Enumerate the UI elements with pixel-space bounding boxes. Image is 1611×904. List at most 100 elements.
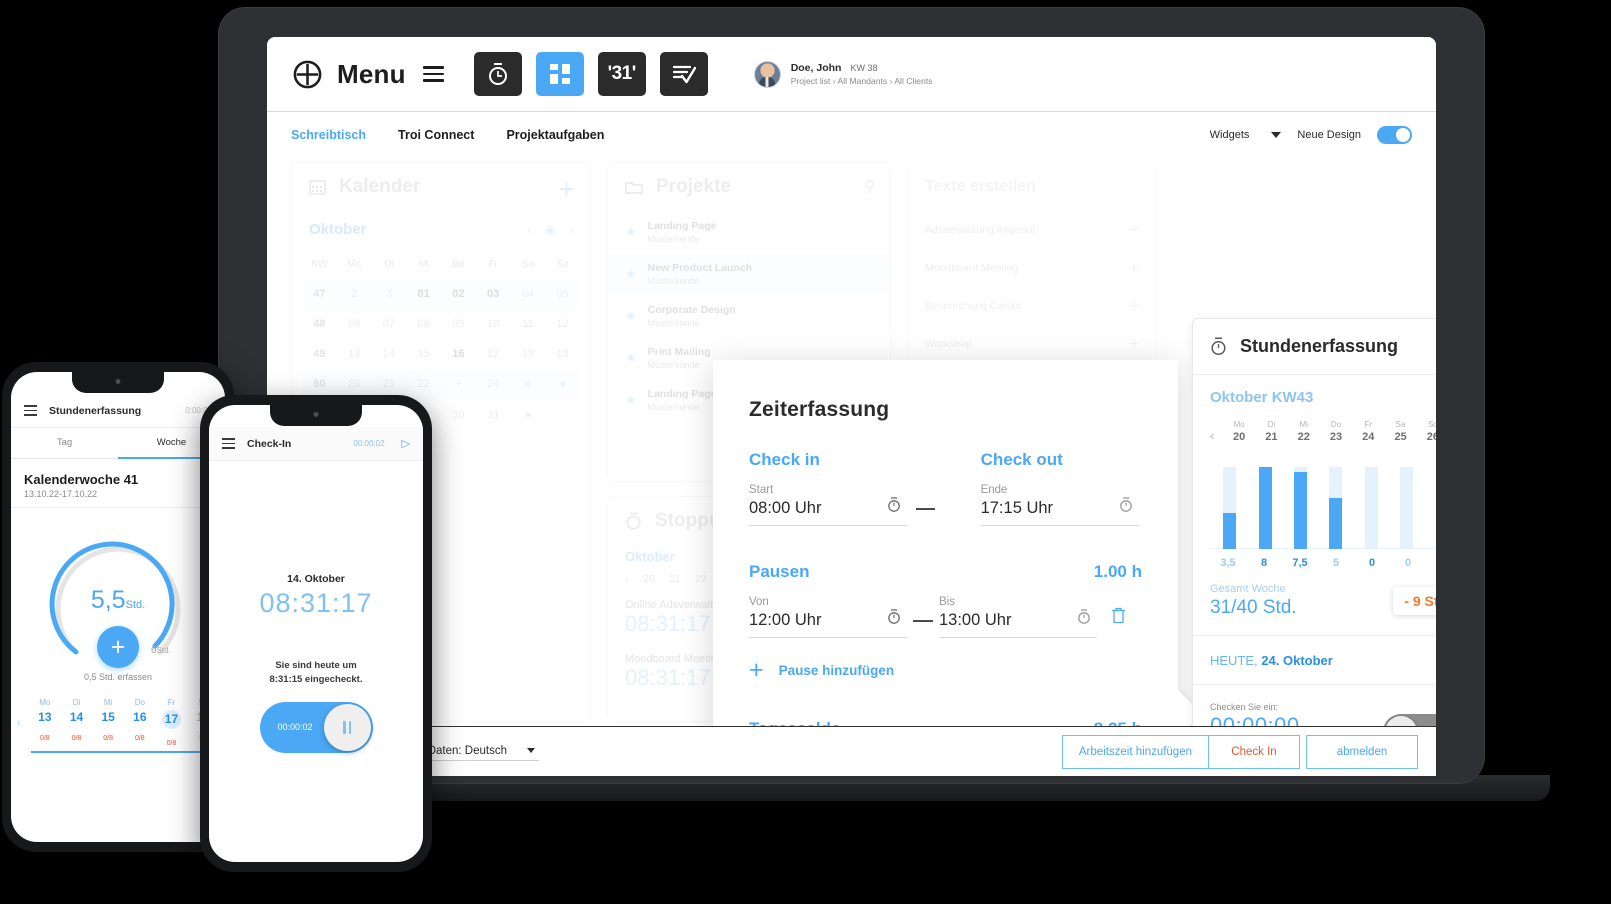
weekday-col[interactable]: Mo 13 0/8: [29, 698, 61, 747]
add-icon[interactable]: +: [1129, 334, 1139, 354]
bar-column[interactable]: [1425, 453, 1436, 549]
modal-title: Zeiterfassung: [749, 398, 890, 421]
bar-column[interactable]: [1247, 453, 1282, 549]
zeiterfassung-modal[interactable]: Zeiterfassung Check in Start 08:00 Uhr C…: [713, 360, 1178, 774]
arbeitszeit-hinzufuegen-button[interactable]: Arbeitszeit hinzufügen: [1061, 734, 1209, 769]
bar-column[interactable]: [1212, 453, 1247, 549]
tab-tag[interactable]: Tag: [11, 428, 118, 459]
bar-column[interactable]: [1283, 453, 1318, 549]
neue-design-toggle[interactable]: [1377, 126, 1412, 144]
checkin-toggle[interactable]: 00:00:02: [259, 701, 373, 753]
camera-dot: [115, 379, 121, 384]
list-item[interactable]: ★ Corporate Design Musterkunde: [608, 295, 890, 337]
kalender-row[interactable]: 47 2 3 01 02 03 04 05: [302, 279, 580, 309]
prev-month-icon[interactable]: ‹: [527, 222, 531, 237]
stopwatch-icon[interactable]: [887, 497, 901, 517]
hamburger-icon[interactable]: [24, 404, 37, 417]
weekday-col[interactable]: Do 16 0/8: [124, 698, 156, 747]
widgets-dropdown[interactable]: Widgets: [1210, 129, 1282, 141]
play-icon[interactable]: ▷: [402, 437, 410, 450]
day-add-icon[interactable]: +: [441, 378, 476, 391]
folder-icon: [625, 182, 643, 194]
weekday-col[interactable]: Mi 15 0/8: [92, 698, 124, 747]
kalender-add-icon[interactable]: +: [559, 174, 574, 205]
star-icon[interactable]: ★: [625, 392, 637, 408]
ende-field[interactable]: Ende 17:15 Uhr: [980, 484, 1139, 526]
star-icon[interactable]: ★: [625, 308, 637, 324]
bar-fill: [1223, 513, 1237, 549]
user-block[interactable]: Doe, John KW 38 Project list › All Manda…: [753, 60, 933, 88]
hours-fraction: 0/8: [134, 735, 145, 742]
add-pause-button[interactable]: + Pause hinzufügen: [749, 658, 1142, 683]
data-language-select[interactable]: Daten: Deutsch: [423, 743, 539, 761]
weekday-col[interactable]: Fr 17 0/8: [156, 698, 188, 747]
day-cell[interactable]: 20: [643, 574, 654, 585]
add-icon[interactable]: +: [1129, 296, 1139, 316]
dashboard: Kalender + Oktober ‹ ◉ › KW Mo Di Mi Do …: [267, 158, 1436, 774]
day-cell: 3: [385, 288, 392, 300]
check-in-button[interactable]: Check In: [1208, 734, 1300, 769]
tab-troi-connect[interactable]: Troi Connect: [398, 128, 474, 142]
next-month-icon[interactable]: ›: [569, 222, 573, 237]
plus-circle-icon: [293, 60, 322, 88]
kalender-nav[interactable]: ‹ ◉ ›: [527, 222, 573, 238]
user-kw: KW 38: [850, 63, 878, 73]
bar-fill: [1329, 498, 1343, 549]
kalender-row[interactable]: 49 13 14 15 16 17 18 19: [302, 339, 580, 369]
prev-week-icon[interactable]: ‹: [17, 717, 29, 729]
list-item[interactable]: Besprechung Carola +: [908, 287, 1156, 325]
star-icon[interactable]: ★: [625, 224, 637, 240]
phone1-week-header: Kalenderwoche 41 13.10.22-17.10.22: [11, 459, 225, 499]
list-item[interactable]: Moodboard Meeting +: [908, 249, 1156, 287]
abmelden-button[interactable]: abmelden: [1306, 734, 1418, 769]
add-icon[interactable]: +: [1129, 220, 1139, 240]
stundenerfassung-widget[interactable]: Stundenerfassung Oktober KW43 ‹ Mo 20 Di 2…: [1192, 318, 1436, 774]
tab-projektaufgaben[interactable]: Projektaufgaben: [506, 128, 604, 142]
day-cell[interactable]: 22: [696, 574, 707, 585]
today-icon[interactable]: ◉: [544, 222, 555, 238]
weekday-col[interactable]: Di 14 0/8: [61, 698, 93, 747]
stopwatch-icon[interactable]: [1077, 609, 1091, 629]
daynum-label: 16: [133, 710, 147, 724]
von-field[interactable]: Von 12:00 Uhr: [749, 596, 907, 638]
list-item[interactable]: Workshop +: [908, 325, 1156, 363]
star-icon[interactable]: ★: [625, 266, 637, 282]
bar-value: 0: [1426, 557, 1436, 569]
subnav: Schreibtisch Troi Connect Projektaufgabe…: [267, 112, 1436, 158]
star-icon[interactable]: ★: [625, 350, 637, 366]
stopwatch-icon[interactable]: [473, 52, 522, 96]
prev-icon[interactable]: ‹: [625, 574, 628, 585]
kalender-row[interactable]: 48 06 07 08 09 10 11 12: [302, 309, 580, 339]
phone1-topbar: Stundenerfassung 0:00:00: [11, 394, 225, 428]
hamburger-icon[interactable]: [422, 66, 444, 82]
list-item[interactable]: ★ Landing Page Musterkunde: [608, 211, 890, 253]
phone1-tabs: Tag Woche: [11, 428, 225, 459]
widgets-label: Widgets: [1209, 129, 1250, 141]
hamburger-icon[interactable]: [222, 437, 235, 450]
list-item[interactable]: ★ New Product Launch Musterkunde: [608, 253, 890, 295]
bar-column[interactable]: [1354, 453, 1389, 549]
texte-title: Texte erstellen: [925, 178, 1036, 195]
stopwatch-icon[interactable]: [887, 609, 901, 629]
dashboard-grid-icon[interactable]: [535, 52, 584, 96]
delete-pause-icon[interactable]: [1111, 607, 1126, 629]
add-time-fab[interactable]: +: [97, 626, 139, 668]
tab-schreibtisch[interactable]: Schreibtisch: [291, 128, 366, 142]
bar-column[interactable]: [1318, 453, 1353, 549]
bis-field[interactable]: Bis 13:00 Uhr: [939, 596, 1097, 638]
search-icon[interactable]: ⚲: [864, 177, 875, 195]
list-item[interactable]: Adsverwaltung Angebot +: [908, 211, 1156, 249]
dow-label: Mo: [39, 698, 51, 707]
start-field[interactable]: Start 08:00 Uhr: [749, 484, 907, 526]
bar-column[interactable]: [1389, 453, 1424, 549]
brand[interactable]: Menu: [291, 58, 444, 91]
stopwatch-icon[interactable]: [1119, 497, 1133, 517]
tasks-check-icon[interactable]: [659, 52, 708, 96]
add-icon[interactable]: +: [1129, 258, 1139, 278]
prev-week-icon[interactable]: ‹: [1210, 420, 1223, 443]
app-header: Menu '31' Doe, John KW 38 Project list ›…: [267, 37, 1436, 112]
calendar-31-icon[interactable]: '31': [597, 52, 646, 96]
day-cell[interactable]: 21: [669, 574, 680, 585]
day-cell: 04: [521, 288, 534, 300]
kw-cell: 49: [313, 348, 326, 360]
